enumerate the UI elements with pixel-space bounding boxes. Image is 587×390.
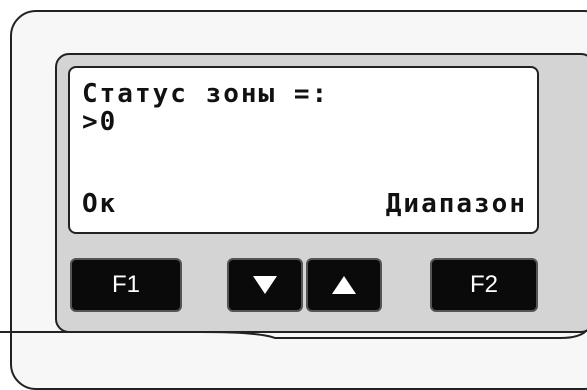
lcd-display: Статус зоны =: >0 Ок Диапазон xyxy=(68,66,539,234)
up-arrow-button[interactable] xyxy=(306,258,382,312)
device-bottom-edge xyxy=(0,329,587,339)
f2-button-label: F2 xyxy=(469,271,498,298)
triangle-down-icon xyxy=(253,276,277,294)
softkey-label-right: Диапазон xyxy=(385,189,527,219)
f2-button[interactable]: F2 xyxy=(430,258,538,312)
f1-button-label: F1 xyxy=(111,271,140,298)
down-arrow-button[interactable] xyxy=(227,258,303,312)
lcd-line-2: >0 xyxy=(82,107,118,137)
softkey-label-left: Ок xyxy=(82,189,118,219)
triangle-up-icon xyxy=(332,276,356,294)
f1-button[interactable]: F1 xyxy=(70,258,182,312)
lcd-line-1: Статус зоны =: xyxy=(82,79,330,109)
